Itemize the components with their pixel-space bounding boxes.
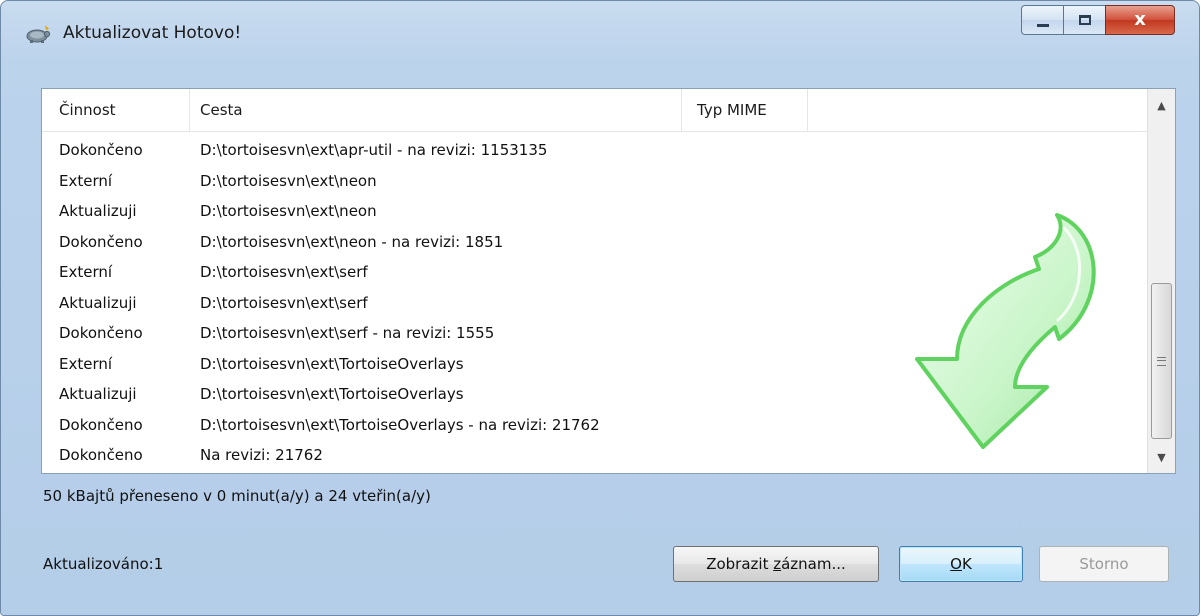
row-action: Externí (59, 171, 113, 190)
column-header-action[interactable]: Činnost (42, 89, 190, 131)
triangle-down-icon: ▼ (1157, 450, 1166, 464)
row-path: D:\tortoisesvn\ext\neon (200, 171, 377, 190)
show-log-label-prefix: Zobrazit (706, 555, 774, 573)
scroll-up-button[interactable]: ▲ (1148, 92, 1175, 118)
triangle-up-icon: ▲ (1157, 98, 1166, 112)
show-log-label-suffix: áznam... (781, 555, 846, 573)
row-path: D:\tortoisesvn\ext\neon (200, 202, 377, 220)
ok-button[interactable]: OK (899, 546, 1023, 582)
window-controls: x (1021, 5, 1175, 35)
ok-label-suffix: K (961, 555, 972, 573)
row-action: Externí (59, 263, 113, 281)
maximize-icon (1078, 15, 1091, 25)
show-log-button[interactable]: Zobrazit z áznam... (673, 546, 879, 582)
row-action: Aktualizuji (59, 202, 137, 220)
transfer-status: 50 kBajtů přeneseno v 0 minut(a/y) a 24 … (43, 487, 431, 505)
table-row[interactable]: Aktualizuji D:\tortoisesvn\ext\neon (42, 196, 1148, 227)
row-path: D:\tortoisesvn\ext\serf - na revizi: 155… (200, 324, 495, 342)
table-row[interactable]: Externí D:\tortoisesvn\ext\serf (42, 257, 1148, 288)
window-title: Aktualizovat Hotovo! (63, 23, 242, 43)
row-action: Dokončeno (59, 415, 143, 434)
column-header-path[interactable]: Cesta (190, 89, 682, 131)
table-row[interactable]: Dokončeno D:\tortoisesvn\ext\apr-util - … (42, 135, 1148, 166)
row-action: Externí (59, 354, 113, 373)
table-row[interactable]: Aktualizuji D:\tortoisesvn\ext\serf (42, 288, 1148, 319)
close-icon: x (1134, 9, 1146, 30)
table-row[interactable]: Dokončeno Na revizi: 21762 (42, 440, 1148, 471)
row-path: D:\tortoisesvn\ext\neon - na revizi: 185… (200, 232, 504, 251)
scroll-down-button[interactable]: ▼ (1148, 444, 1175, 470)
minimize-button[interactable] (1021, 5, 1063, 35)
tortoise-icon (26, 25, 51, 43)
row-action: Dokončeno (59, 141, 143, 159)
grip-icon (1157, 356, 1166, 366)
list-rows: Dokončeno D:\tortoisesvn\ext\apr-util - … (42, 135, 1148, 471)
table-row[interactable]: Dokončeno D:\tortoisesvn\ext\serf - na r… (42, 318, 1148, 349)
close-button[interactable]: x (1105, 5, 1175, 35)
row-action: Dokončeno (59, 324, 143, 342)
row-action: Dokončeno (59, 232, 143, 251)
row-path: D:\tortoisesvn\ext\TortoiseOverlays - na… (200, 415, 600, 434)
table-row[interactable]: Dokončeno D:\tortoisesvn\ext\neon - na r… (42, 227, 1148, 258)
column-header-mime[interactable]: Typ MIME (682, 89, 808, 131)
row-path: D:\tortoisesvn\ext\serf (200, 293, 368, 312)
row-path: D:\tortoisesvn\ext\apr-util - na revizi:… (200, 141, 548, 159)
table-row[interactable]: Externí D:\tortoisesvn\ext\TortoiseOverl… (42, 349, 1148, 380)
show-log-accelerator: z (773, 555, 782, 573)
row-path: D:\tortoisesvn\ext\serf (200, 263, 368, 281)
row-path: D:\tortoisesvn\ext\TortoiseOverlays (200, 385, 464, 403)
row-path: Na revizi: 21762 (200, 446, 323, 464)
list-header: Činnost Cesta Typ MIME (42, 89, 1148, 132)
update-log-list[interactable]: Činnost Cesta Typ MIME Dokončeno D:\tort… (41, 88, 1176, 474)
ok-accelerator: O (950, 555, 962, 573)
row-action: Aktualizuji (59, 385, 137, 403)
row-action: Dokončeno (59, 446, 143, 464)
table-row[interactable]: Externí D:\tortoisesvn\ext\neon (42, 166, 1148, 197)
table-row[interactable]: Dokončeno D:\tortoisesvn\ext\TortoiseOve… (42, 410, 1148, 441)
maximize-button[interactable] (1063, 5, 1105, 35)
update-dialog: Aktualizovat Hotovo! x Činnost Cesta Typ… (0, 0, 1200, 616)
table-row[interactable]: Aktualizuji D:\tortoisesvn\ext\TortoiseO… (42, 379, 1148, 410)
row-path: D:\tortoisesvn\ext\TortoiseOverlays (200, 354, 464, 373)
cancel-button[interactable]: Storno (1039, 546, 1169, 582)
minimize-icon (1036, 23, 1049, 27)
scroll-thumb[interactable] (1151, 283, 1172, 439)
row-action: Aktualizuji (59, 293, 137, 312)
vertical-scrollbar[interactable]: ▲ ▼ (1147, 89, 1175, 473)
updated-count: Aktualizováno:1 (43, 555, 164, 573)
